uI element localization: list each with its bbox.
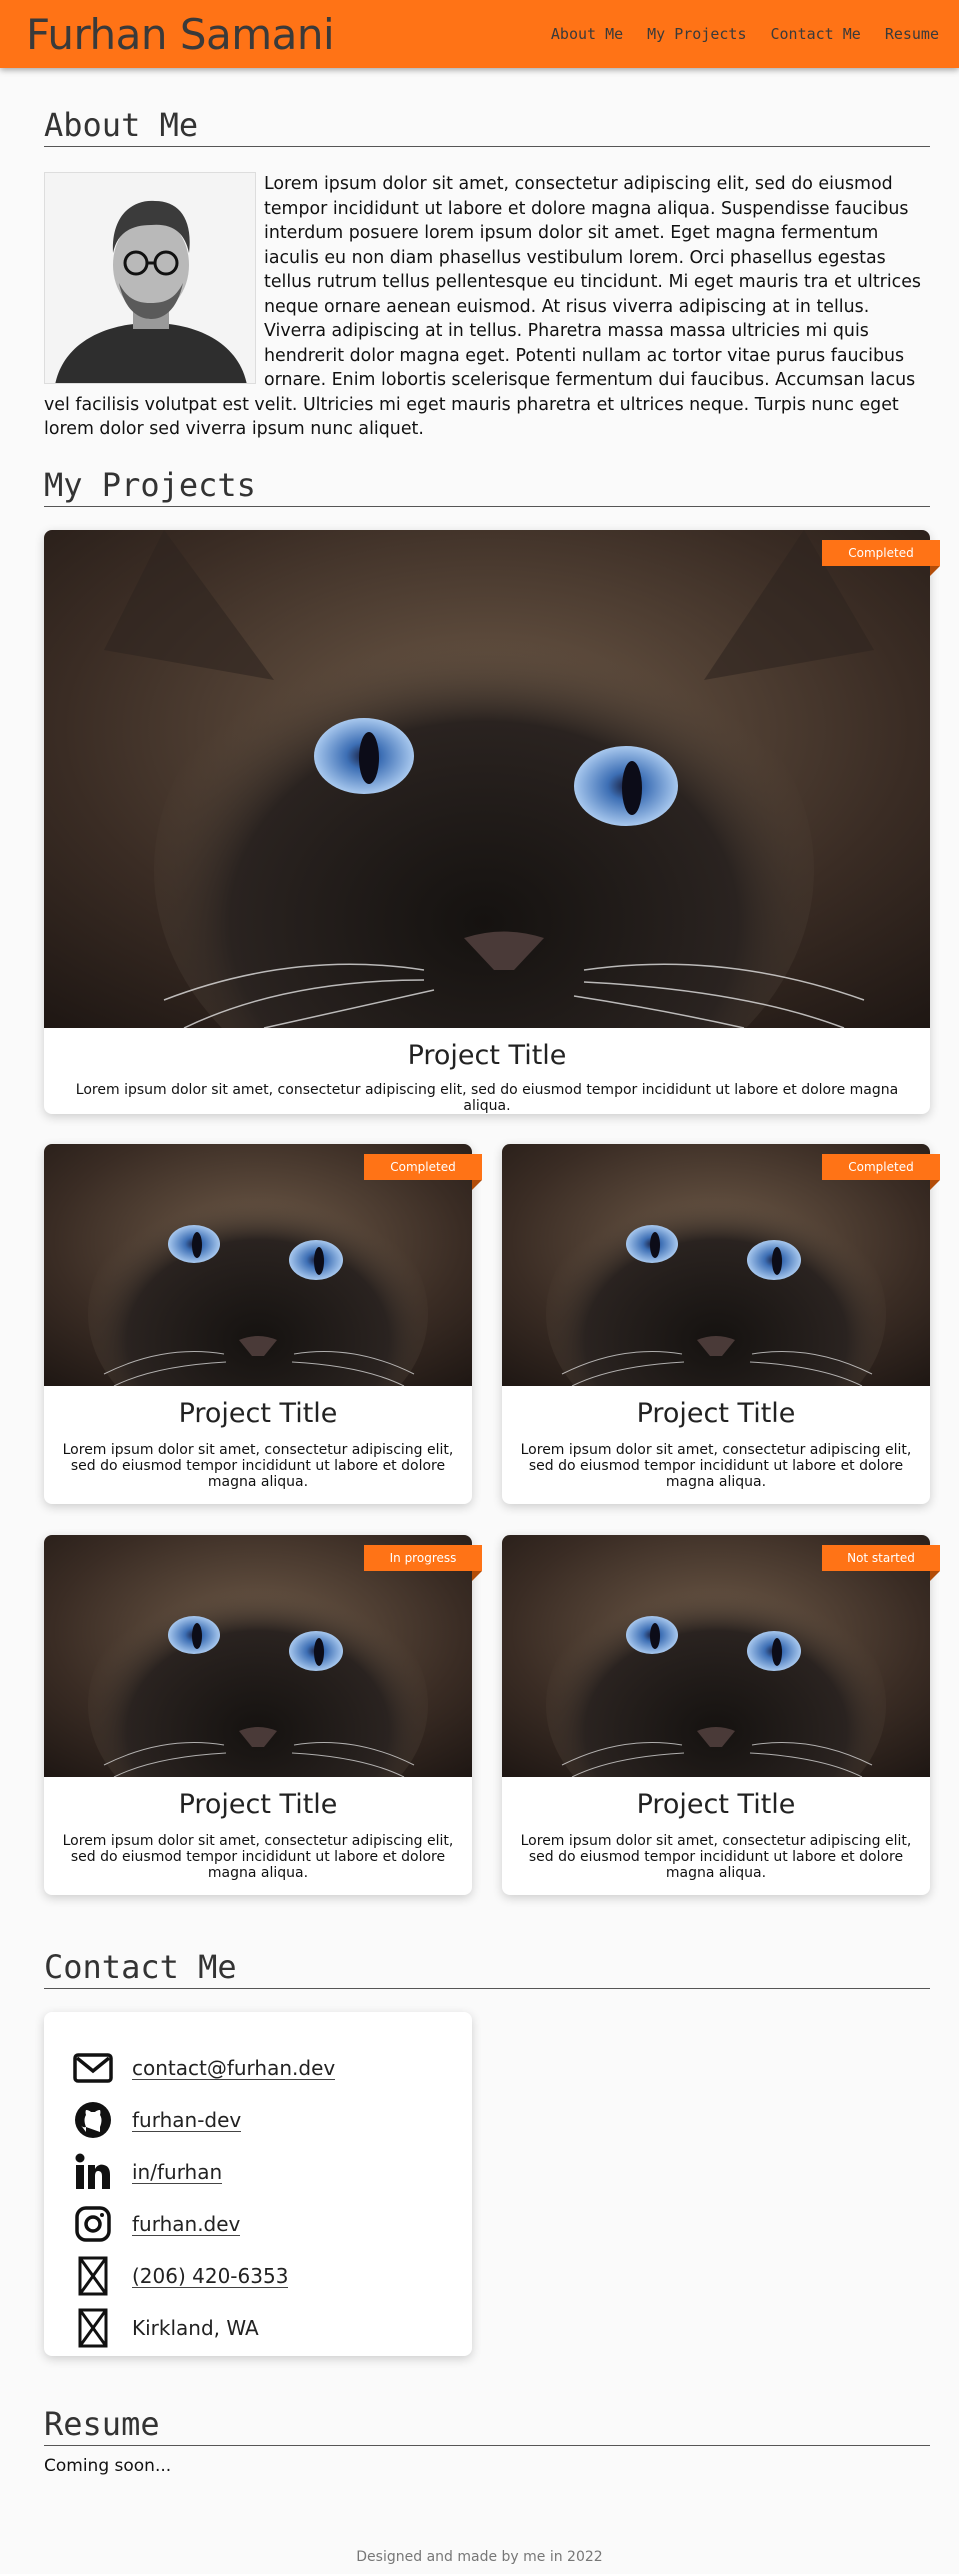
projects-heading: My Projects	[44, 466, 930, 507]
project-image	[502, 1535, 930, 1777]
contact-github-link[interactable]: furhan-dev	[132, 2109, 242, 2132]
about-section: Lorem ipsum dolor sit amet, consectetur …	[44, 172, 930, 442]
contact-email-link[interactable]: contact@furhan.dev	[132, 2057, 336, 2080]
project-description: Lorem ipsum dolor sit amet, consectetur …	[62, 1833, 454, 1881]
project-title: Project Title	[636, 1789, 796, 1820]
about-heading: About Me	[44, 106, 930, 147]
status-badge: Completed	[822, 1154, 940, 1190]
contact-instagram-link[interactable]: furhan.dev	[132, 2213, 241, 2236]
contact-card: contact@furhan.dev furhan-dev in/furhan …	[44, 2012, 472, 2356]
project-title: Project Title	[407, 1040, 567, 1071]
nav-my-projects[interactable]: My Projects	[647, 25, 746, 43]
project-title: Project Title	[178, 1398, 338, 1429]
contact-linkedin-row[interactable]: in/furhan	[72, 2150, 223, 2194]
status-badge: Not started	[822, 1545, 940, 1581]
status-badge: Completed	[822, 540, 940, 576]
contact-phone-link[interactable]: (206) 420-6353	[132, 2265, 289, 2288]
nav-contact-me[interactable]: Contact Me	[771, 25, 861, 43]
project-title: Project Title	[178, 1789, 338, 1820]
project-image	[44, 1535, 472, 1777]
project-image	[44, 530, 930, 1028]
project-description: Lorem ipsum dolor sit amet, consectetur …	[62, 1442, 454, 1490]
github-icon	[72, 2099, 114, 2141]
project-card[interactable]: Completed Project Title Lorem ipsum dolo…	[44, 530, 940, 1114]
contact-instagram-row[interactable]: furhan.dev	[72, 2202, 241, 2246]
instagram-icon	[72, 2203, 114, 2245]
project-description: Lorem ipsum dolor sit amet, consectetur …	[75, 1082, 899, 1114]
project-description: Lorem ipsum dolor sit amet, consectetur …	[520, 1833, 912, 1881]
project-card[interactable]: In progress Project Title Lorem ipsum do…	[44, 1535, 482, 1895]
linkedin-icon	[72, 2151, 114, 2193]
location-icon	[72, 2307, 114, 2349]
profile-photo	[44, 172, 256, 384]
site-header: Furhan Samani About Me My Projects Conta…	[0, 0, 959, 68]
main-nav: About Me My Projects Contact Me Resume	[551, 25, 939, 43]
status-badge: In progress	[364, 1545, 482, 1581]
envelope-icon	[72, 2047, 114, 2089]
phone-icon	[72, 2255, 114, 2297]
contact-github-row[interactable]: furhan-dev	[72, 2098, 242, 2142]
contact-heading: Contact Me	[44, 1948, 930, 1989]
project-card[interactable]: Completed Project Title Lorem ipsum dolo…	[502, 1144, 940, 1504]
project-image	[44, 1144, 472, 1386]
project-card[interactable]: Completed Project Title Lorem ipsum dolo…	[44, 1144, 482, 1504]
contact-email-row[interactable]: contact@furhan.dev	[72, 2046, 336, 2090]
project-card[interactable]: Not started Project Title Lorem ipsum do…	[502, 1535, 940, 1895]
footer-text: Designed and made by me in 2022	[356, 2549, 603, 2565]
resume-heading: Resume	[44, 2405, 930, 2446]
resume-status-text: Coming soon...	[44, 2456, 172, 2476]
contact-linkedin-link[interactable]: in/furhan	[132, 2161, 223, 2184]
project-description: Lorem ipsum dolor sit amet, consectetur …	[520, 1442, 912, 1490]
project-title: Project Title	[636, 1398, 796, 1429]
project-image	[502, 1144, 930, 1386]
status-badge: Completed	[364, 1154, 482, 1190]
contact-location-text: Kirkland, WA	[132, 2316, 259, 2340]
contact-phone-row[interactable]: (206) 420-6353	[72, 2254, 289, 2298]
site-title: Furhan Samani	[26, 9, 335, 59]
contact-location-row: Kirkland, WA	[72, 2306, 259, 2350]
nav-about-me[interactable]: About Me	[551, 25, 623, 43]
nav-resume[interactable]: Resume	[885, 25, 939, 43]
